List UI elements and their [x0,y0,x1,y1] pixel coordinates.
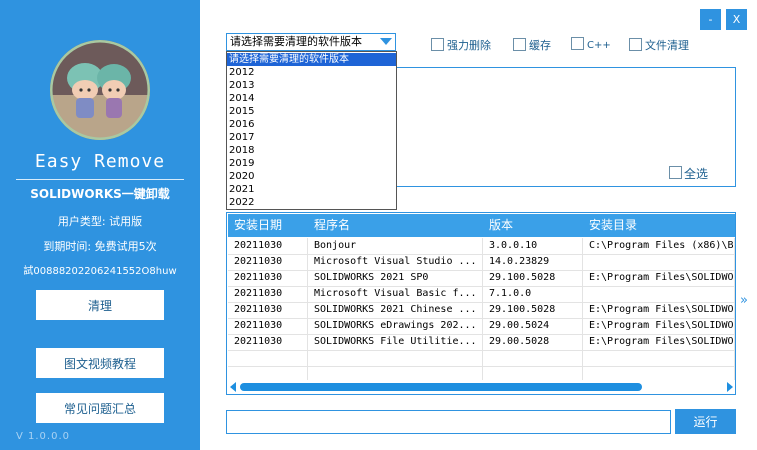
dropdown-option[interactable]: 请选择需要清理的软件版本 [227,53,396,66]
table-row[interactable]: 20211030 Microsoft Visual Studio ... 14.0.… [228,254,735,271]
cache-checkbox[interactable]: 缓存 [513,37,551,52]
table-cell [483,350,583,366]
table-row[interactable]: 20211030 SOLIDWORKS eDrawings 202... 29.00… [228,318,735,335]
run-button[interactable]: 运行 [675,409,736,434]
table-cell: Microsoft Visual Basic f... [308,286,483,302]
table-cell: 20211030 [228,270,308,286]
dropdown-option[interactable]: 2021 [227,183,396,196]
cache-label: 缓存 [529,39,551,52]
avatar [50,40,150,140]
dropdown-option[interactable]: 2014 [227,92,396,105]
horizontal-scrollbar[interactable] [228,380,735,394]
table-cell: SOLIDWORKS eDrawings 202... [308,318,483,334]
dropdown-option[interactable]: 2020 [227,170,396,183]
table-cell [228,350,308,366]
force-delete-label: 强力删除 [447,39,491,52]
table-row [228,350,735,367]
table-row[interactable]: 20211030 SOLIDWORKS 2021 Chinese ... 29.10… [228,302,735,319]
table-cell: E:\Program Files\SOLIDWO [583,270,735,286]
table-cell: E:\Program Files\SOLIDWO [583,302,735,318]
file-cleanup-label: 文件清理 [645,39,689,52]
serial-label: 試00888202206241552O8huw [23,266,177,277]
dropdown-option[interactable]: 2022 [227,196,396,209]
table-cell: SOLIDWORKS 2021 SP0 [308,270,483,286]
table-row[interactable]: 20211030 Bonjour 3.0.0.10 C:\Program Files … [228,238,735,255]
checkbox-box[interactable] [513,38,526,51]
expiry-label: 到期时间: 免费试用5次 [43,240,157,253]
column-header[interactable]: 版本 [483,214,583,237]
table-cell: 7.1.0.0 [483,286,583,302]
table-cell: 20211030 [228,334,308,350]
table-cell: 29.100.5028 [483,302,583,318]
dropdown-option[interactable]: 2015 [227,105,396,118]
version-dropdown-list: 请选择需要清理的软件版本 2012 2013 2014 2015 2016 2017 2018… [226,51,397,210]
user-type-label: 用户类型: 试用版 [57,215,143,228]
cpp-checkbox[interactable]: C++ [571,37,611,51]
table-cell [583,286,735,302]
table-cell: 20211030 [228,318,308,334]
table-cell: E:\Program Files\SOLIDWO [583,318,735,334]
table-cell: 20211030 [228,254,308,270]
app-subtitle: SOLIDWORKS一键卸载 [30,187,170,201]
version-select[interactable]: 请选择需要清理的软件版本 [226,33,396,51]
table-cell [583,254,735,270]
table-cell: 14.0.23829 [483,254,583,270]
table-row[interactable]: 20211030 SOLIDWORKS File Utilitie... 29.00… [228,334,735,351]
table-row[interactable]: 20211030 Microsoft Visual Basic f... 7.1.0… [228,286,735,303]
chevron-down-icon[interactable] [380,38,392,45]
double-chevron-right-icon[interactable]: » [740,293,748,308]
table-cell: 3.0.0.10 [483,238,583,254]
close-button[interactable]: X [726,9,747,30]
dropdown-option[interactable]: 2017 [227,131,396,144]
table-cell: C:\Program Files (x86)\B [583,238,735,254]
dropdown-option[interactable]: 2018 [227,144,396,157]
version-label: V 1.0.0.0 [16,431,71,442]
table-cell: 29.00.5024 [483,318,583,334]
scroll-left-icon[interactable] [230,382,236,392]
minimize-button[interactable]: - [700,9,721,30]
title-divider [16,179,184,180]
checkbox-box[interactable] [629,38,642,51]
table-cell: 29.100.5028 [483,270,583,286]
dropdown-option[interactable]: 2012 [227,66,396,79]
force-delete-checkbox[interactable]: 强力删除 [431,37,491,52]
table-cell: 20211030 [228,238,308,254]
table-cell: SOLIDWORKS File Utilitie... [308,334,483,350]
table-cell [308,350,483,366]
table-cell: 20211030 [228,286,308,302]
table-row[interactable]: 20211030 SOLIDWORKS 2021 SP0 29.100.5028 E:… [228,270,735,287]
table-cell [583,350,735,366]
column-header[interactable]: 安装目录 [583,214,735,237]
cpp-label: C++ [587,40,611,51]
table-cell: SOLIDWORKS 2021 Chinese ... [308,302,483,318]
table-cell: E:\Program Files\SOLIDWO [583,334,735,350]
scrollbar-thumb[interactable] [240,383,642,391]
dropdown-option[interactable]: 2016 [227,118,396,131]
column-header[interactable]: 安装日期 [228,214,308,237]
app-title: Easy Remove [34,151,166,172]
clean-button[interactable]: 清理 [36,290,164,320]
checkbox-box[interactable] [669,166,682,179]
column-header[interactable]: 程序名 [308,214,483,237]
checkbox-box[interactable] [571,37,584,50]
dropdown-option[interactable]: 2019 [227,157,396,170]
table-cell: 29.00.5028 [483,334,583,350]
table-cell: Bonjour [308,238,483,254]
tutorial-button[interactable]: 图文视频教程 [36,348,164,378]
dropdown-option[interactable]: 2013 [227,79,396,92]
program-table: 安装日期 程序名 版本 安装目录 20211030 Bonjour 3.0.0.10 C:\… [226,212,736,395]
sidebar: Easy Remove SOLIDWORKS一键卸载 用户类型: 试用版 到期时… [0,0,200,450]
select-all-label: 全选 [684,167,709,181]
scroll-right-icon[interactable] [727,382,733,392]
select-all-checkbox[interactable]: 全选 [669,165,708,182]
table-header: 安装日期 程序名 版本 安装目录 [228,214,735,237]
table-cell: 20211030 [228,302,308,318]
file-cleanup-checkbox[interactable]: 文件清理 [629,37,689,52]
table-cell: Microsoft Visual Studio ... [308,254,483,270]
checkbox-box[interactable] [431,38,444,51]
faq-button[interactable]: 常见问题汇总 [36,393,164,423]
command-input[interactable] [226,410,671,434]
